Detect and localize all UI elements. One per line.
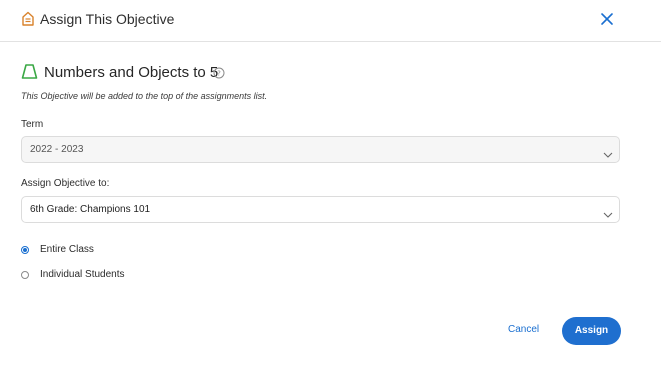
assign-to-value: 6th Grade: Champions 101: [30, 204, 151, 215]
term-label: Term: [21, 119, 44, 130]
assignment-icon: [21, 11, 35, 26]
radio-individual-students[interactable]: Individual Students: [21, 269, 161, 283]
chevron-down-icon: [603, 146, 613, 158]
chevron-down-icon: [603, 206, 613, 218]
term-value: 2022 - 2023: [30, 144, 84, 155]
help-icon[interactable]: ?: [213, 66, 225, 79]
cancel-button[interactable]: Cancel: [508, 324, 539, 335]
objective-title: Numbers and Objects to 5: [44, 64, 219, 81]
objective-note: This Objective will be added to the top …: [21, 91, 268, 101]
trapezoid-icon: [21, 63, 38, 80]
radio-button[interactable]: [21, 246, 29, 254]
assign-to-select[interactable]: 6th Grade: Champions 101: [21, 196, 620, 223]
assign-button[interactable]: Assign: [562, 317, 621, 345]
svg-text:?: ?: [217, 70, 221, 78]
radio-entire-class[interactable]: Entire Class: [21, 244, 141, 258]
dialog-header: Assign This Objective: [0, 0, 661, 42]
term-select[interactable]: 2022 - 2023: [21, 136, 620, 163]
radio-label: Individual Students: [40, 269, 125, 280]
assign-to-label: Assign Objective to:: [21, 178, 110, 189]
dialog-title: Assign This Objective: [40, 11, 175, 27]
close-icon[interactable]: [598, 10, 616, 28]
radio-label: Entire Class: [40, 244, 94, 255]
radio-button[interactable]: [21, 271, 29, 279]
